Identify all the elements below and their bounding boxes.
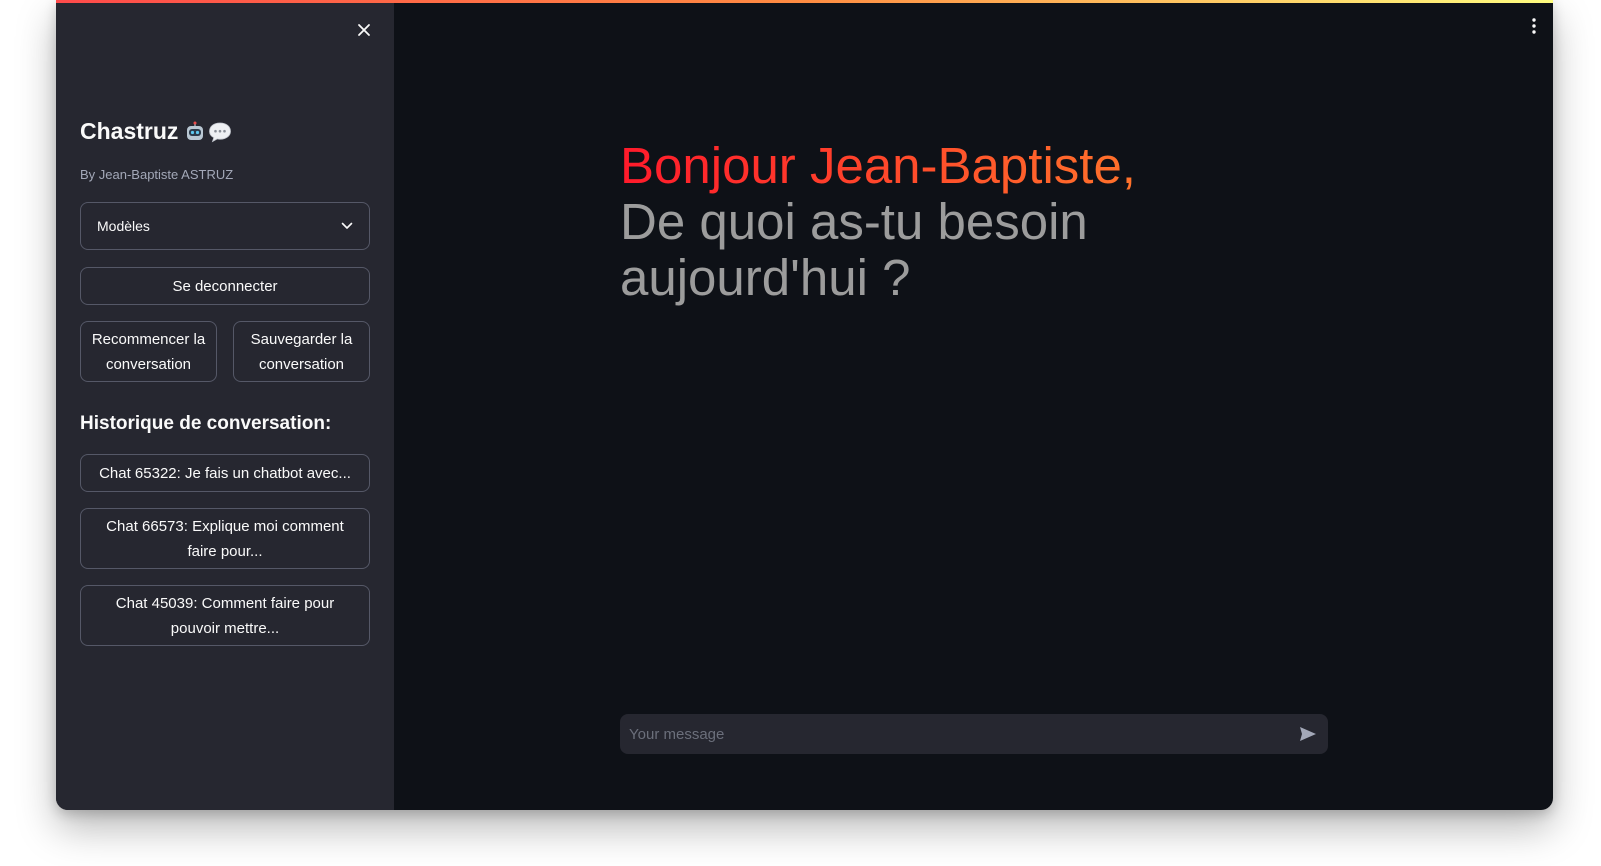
chevron-down-icon xyxy=(341,222,353,229)
close-icon xyxy=(358,24,370,36)
sidebar-close-button[interactable] xyxy=(350,16,378,44)
top-decoration-bar xyxy=(56,0,1553,3)
app-window: Chastruz By Jean-Baptiste ASTRUZ Modèles… xyxy=(56,0,1553,810)
greeting-name: Bonjour Jean-Baptiste, xyxy=(620,138,1180,194)
model-select[interactable]: Modèles xyxy=(80,202,370,250)
title-emoji-group xyxy=(184,121,232,143)
greeting-question: De quoi as-tu besoin aujourd'hui ? xyxy=(620,193,1088,306)
send-icon xyxy=(1300,727,1316,741)
history-item[interactable]: Chat 45039: Comment faire pour pouvoir m… xyxy=(80,585,370,646)
model-select-label: Modèles xyxy=(97,218,150,234)
chat-message-input[interactable] xyxy=(620,714,1288,754)
restart-conversation-button[interactable]: Recommencer la conversation xyxy=(80,321,217,382)
history-item[interactable]: Chat 66573: Explique moi comment faire p… xyxy=(80,508,370,569)
more-vertical-icon xyxy=(1532,18,1536,34)
save-conversation-button[interactable]: Sauvegarder la conversation xyxy=(233,321,370,382)
robot-emoji-icon xyxy=(187,121,204,140)
author-caption: By Jean-Baptiste ASTRUZ xyxy=(80,167,234,182)
greeting: Bonjour Jean-Baptiste, De quoi as-tu bes… xyxy=(620,138,1180,306)
app-title: Chastruz xyxy=(80,118,232,145)
sidebar: Chastruz By Jean-Baptiste ASTRUZ Modèles… xyxy=(56,0,394,810)
history-heading: Historique de conversation: xyxy=(80,413,332,434)
logout-button[interactable]: Se deconnecter xyxy=(80,267,370,305)
main-menu-button[interactable] xyxy=(1524,16,1544,36)
chat-input-bar xyxy=(620,714,1328,754)
speech-bubble-emoji-icon xyxy=(209,122,232,142)
app-title-text: Chastruz xyxy=(80,118,179,144)
history-item[interactable]: Chat 65322: Je fais un chatbot avec... xyxy=(80,454,370,492)
send-button[interactable] xyxy=(1288,714,1328,754)
